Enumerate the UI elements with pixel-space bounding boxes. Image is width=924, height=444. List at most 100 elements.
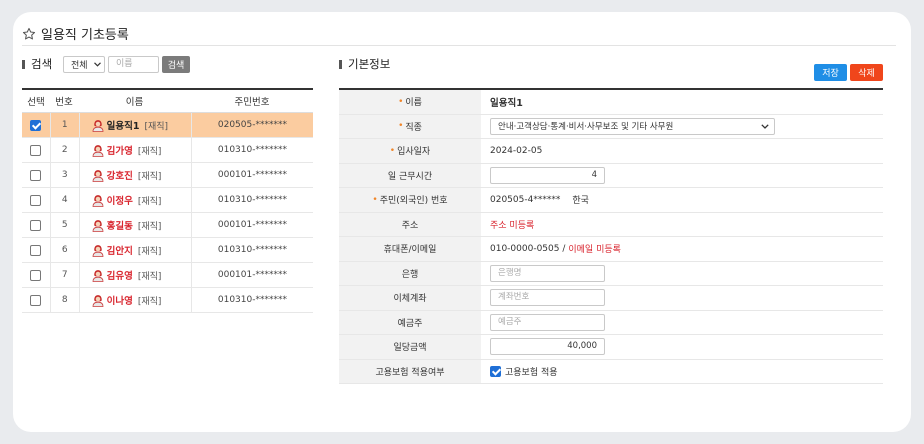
chevron-down-icon [94,61,101,67]
table-row[interactable]: 3 강호진 [재직] 000101-******* [22,163,313,188]
table-row[interactable]: 8 이나영 [재직] 010310-******* [22,288,313,313]
row-name-cell[interactable]: 이나영 [재직] [78,288,191,312]
insurance-checkbox[interactable] [490,365,501,377]
row-number: 2 [49,138,79,162]
employee-status: [재직] [144,121,169,132]
field-address-row: 주소 주소 미등록 [339,212,883,237]
row-checkbox[interactable] [30,219,42,231]
page-header: 일용직 기초등록 [22,24,129,43]
resident-no-value: 020505-4****** [490,194,561,205]
row-name-cell[interactable]: 일용직1 [재직] [78,113,191,137]
detail-form: • 이름 일용직1 • 직종 안내·고객상담·통계·비서·사무보조 및 기타 사무원… [339,88,883,384]
email-value: 이메일 미등록 [568,245,621,256]
row-select-cell [22,269,50,281]
row-name-cell[interactable]: 김유영 [재직] [78,263,191,287]
job-select[interactable]: 안내·고객상담·통계·비서·사무보조 및 기타 사무원 [490,117,775,135]
row-number: 4 [49,188,79,212]
employee-status: [재직] [137,196,162,207]
holder-input[interactable]: 예금주 [490,313,605,331]
row-select-cell [22,294,50,306]
row-checkbox[interactable] [30,244,42,256]
row-select-cell [22,169,50,181]
required-mark: • [372,194,378,205]
row-checkbox[interactable] [30,194,42,206]
nationality-value: 한국 [572,196,589,207]
employee-table: 선택 번호 이름 주민번호 1 일용직1 [재직] 020505-******* 2 김가… [22,88,313,313]
row-checkbox[interactable] [30,119,42,131]
employee-name: 강호진 [106,171,133,182]
employee-status: [재직] [137,146,162,157]
column-select: 선택 [27,97,45,108]
user-avatar-icon [92,194,103,207]
row-name-cell[interactable]: 강호진 [재직] [78,163,191,187]
delete-button[interactable]: 삭제 [850,64,883,81]
table-row[interactable]: 4 이정우 [재직] 010310-******* [22,188,313,213]
row-select-cell [22,144,50,156]
row-name-cell[interactable]: 이정우 [재직] [78,188,191,212]
employee-name: 김가영 [106,146,133,157]
insurance-checkbox-label: 고용보험 적용 [505,367,558,378]
user-avatar-icon [92,119,103,132]
employee-name: 이나영 [106,296,133,307]
row-name-cell[interactable]: 김가영 [재직] [78,138,191,162]
row-name-cell[interactable]: 김안지 [재직] [78,238,191,262]
header-divider [22,45,896,46]
row-resident-id: 010310-******* [190,188,313,212]
star-icon[interactable] [22,27,36,41]
search-bar: 검색 전체 이름 검색 [22,53,313,75]
status-filter-select[interactable]: 전체 [63,55,105,73]
name-search-input[interactable]: 이름 [108,55,159,73]
field-join-date-row: • 입사일자 2024-02-05 [339,139,883,164]
employee-list-panel: 검색 전체 이름 검색 선택 번호 이름 주민번호 1 일용직1 [재직] 02050… [22,50,313,313]
column-id: 주민번호 [234,97,270,108]
row-checkbox[interactable] [30,294,42,306]
row-select-cell [22,219,50,231]
table-row[interactable]: 6 김안지 [재직] 010310-******* [22,238,313,263]
row-resident-id: 000101-******* [190,163,313,187]
detail-header: 기본정보 [339,53,883,75]
employee-name: 김안지 [106,246,133,257]
table-row[interactable]: 5 홍길동 [재직] 000101-******* [22,213,313,238]
row-number: 5 [49,213,79,237]
row-checkbox[interactable] [30,169,42,181]
action-buttons: 저장 삭제 [814,64,883,81]
employee-status: [재직] [137,271,162,282]
user-avatar-icon [92,294,103,307]
address-value: 주소 미등록 [490,220,535,231]
work-hours-input[interactable]: 4 [490,166,605,184]
required-mark: • [398,121,404,132]
table-body: 1 일용직1 [재직] 020505-******* 2 김가영 [재직] 010310-**… [22,113,313,313]
field-work-hours-row: 일 근무시간 4 [339,163,883,188]
section-marker [22,59,25,69]
field-holder-row: 예금주 예금주 [339,310,883,335]
row-checkbox[interactable] [30,144,42,156]
table-row[interactable]: 2 김가영 [재직] 010310-******* [22,138,313,163]
search-button[interactable]: 검색 [162,55,190,73]
field-job-row: • 직종 안내·고객상담·통계·비서·사무보조 및 기타 사무원 [339,114,883,139]
employee-status: [재직] [137,296,162,307]
column-no: 번호 [55,97,73,108]
field-wage-row: 일당금액 40,000 [339,335,883,360]
save-button[interactable]: 저장 [814,64,847,81]
table-row[interactable]: 1 일용직1 [재직] 020505-******* [22,113,313,138]
employee-name: 홍길동 [106,221,133,232]
user-avatar-icon [92,269,103,282]
table-header: 선택 번호 이름 주민번호 [22,90,313,113]
bank-input[interactable]: 은행명 [490,264,605,282]
required-mark: • [398,96,404,107]
daily-wage-input[interactable]: 40,000 [490,338,605,356]
section-marker [339,59,342,69]
row-name-cell[interactable]: 홍길동 [재직] [78,213,191,237]
table-row[interactable]: 7 김유영 [재직] 000101-******* [22,263,313,288]
row-checkbox[interactable] [30,269,42,281]
field-account-row: 이체계좌 계좌번호 [339,286,883,311]
account-input[interactable]: 계좌번호 [490,289,605,307]
employee-name: 일용직1 [106,121,140,132]
row-resident-id: 000101-******* [190,263,313,287]
detail-panel: 기본정보 저장 삭제 • 이름 일용직1 • 직종 안내·고객상담·통계·비서·사무… [339,50,883,384]
field-phone-row: 휴대폰/이메일 010-0000-0505 / 이메일 미등록 [339,237,883,262]
employee-name: 이정우 [106,196,133,207]
field-insurance-row: 고용보험 적용여부 고용보험 적용 [339,359,883,384]
row-number: 6 [49,238,79,262]
row-number: 3 [49,163,79,187]
